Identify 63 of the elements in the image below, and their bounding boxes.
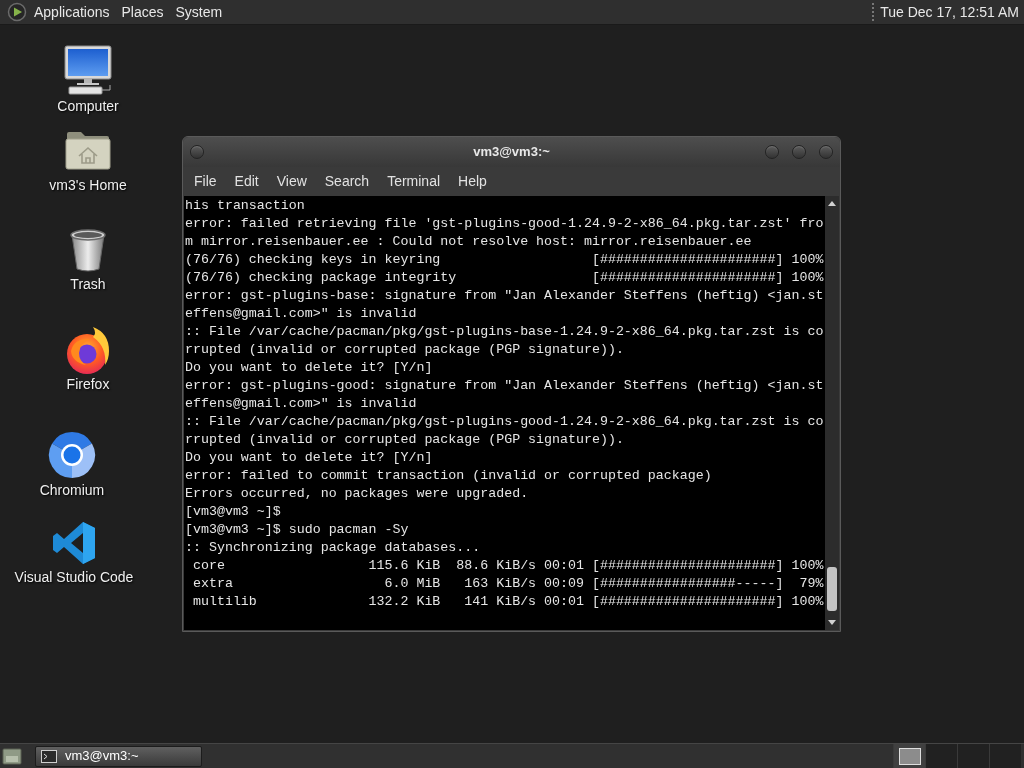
play-circle-icon[interactable] [7, 2, 27, 22]
panel-menu[interactable]: System [169, 0, 229, 25]
taskbar-button[interactable]: vm3@vm3:~ [35, 745, 202, 767]
terminal-line: core 115.6 KiB 88.6 KiB/s 00:01 [######################] 100% [191, 557, 825, 575]
menu-item[interactable]: Search [315, 168, 379, 195]
terminal-line: m mirror.reisenbauer.ee : Could not resolve host: mirror.reisenbauer.ee [185, 233, 753, 251]
terminal-line: rrupted (invalid or corrupted package (PGP signature)). [185, 341, 625, 359]
terminal-line: multilib 132.2 KiB 141 KiB/s 00:01 [######################] 100% [191, 593, 825, 611]
workspace-cell[interactable] [893, 743, 925, 768]
terminal-line: error: gst-plugins-good: signature from "Jan Alexander Steffens (heftig) <jan.st [185, 377, 825, 395]
menu-item[interactable]: Terminal [378, 168, 450, 195]
computer-icon [64, 45, 112, 95]
terminal-line: extra 6.0 MiB 163 KiB/s 00:09 [#################-----] 79% [191, 575, 825, 593]
terminal-line: his transaction [185, 197, 306, 215]
window-menu-button[interactable] [190, 145, 204, 159]
desktop-shortcut[interactable]: Firefox [18, 325, 158, 393]
workspace-cell[interactable] [989, 743, 1021, 768]
terminal-line: effens@gmail.com>" is invalid [185, 395, 418, 413]
clock[interactable]: Tue Dec 17, 12:51 AM [880, 1, 1019, 23]
terminal-line: :: File /var/cache/pacman/pkg/gst-plugins-good-1.24.9-2-x86_64.pkg.tar.zst is co [185, 413, 825, 431]
close-button[interactable] [819, 145, 833, 159]
menu-item[interactable]: Edit [225, 168, 268, 195]
menu-item[interactable]: View [267, 168, 316, 195]
terminal-line: [vm3@vm3 ~]$ [185, 503, 282, 521]
workspace-cell[interactable] [925, 743, 957, 768]
menu-item[interactable]: File [185, 168, 226, 195]
window-title: vm3@vm3:~ [473, 143, 550, 162]
desktop-shortcut[interactable]: vm3's Home [18, 130, 158, 194]
drag-handle[interactable] [871, 1, 876, 23]
terminal-line: (76/76) checking package integrity [######################] 100% [185, 269, 825, 287]
terminal-line: [vm3@vm3 ~]$ sudo pacman -Sy [185, 521, 410, 539]
firefox-icon [65, 325, 111, 375]
workspace-cell[interactable] [957, 743, 989, 768]
scrollbar-thumb[interactable] [827, 567, 837, 611]
terminal-line: Errors occurred, no packages were upgraded. [185, 485, 530, 503]
scroll-up-arrow-icon[interactable] [827, 199, 837, 207]
desktop-shortcut[interactable]: Trash [18, 229, 158, 293]
menu-item[interactable]: Help [449, 168, 496, 195]
scrollbar[interactable] [825, 196, 839, 630]
terminal-line: effens@gmail.com>" is invalid [185, 305, 418, 323]
terminal-line: (76/76) checking keys in keyring [######################] 100% [185, 251, 825, 269]
terminal-line: Do you want to delete it? [Y/n] [185, 449, 434, 467]
trash-icon [68, 229, 108, 273]
show-desktop-icon[interactable] [2, 746, 22, 766]
minimize-button[interactable] [765, 145, 779, 159]
chromium-icon [48, 431, 96, 479]
panel-menu[interactable]: Applications [28, 0, 116, 25]
desktop-shortcut[interactable]: Computer [18, 45, 158, 115]
scroll-down-arrow-icon[interactable] [827, 619, 837, 627]
maximize-button[interactable] [792, 145, 806, 159]
terminal-line: error: failed retrieving file 'gst-plugins-good-1.24.9-2-x86_64.pkg.tar.zst' fro [185, 215, 825, 233]
terminal-line: :: Synchronizing package databases... [185, 539, 482, 557]
home-folder-icon [65, 130, 111, 170]
desktop-shortcut[interactable]: Chromium [2, 431, 142, 499]
terminal-line: rrupted (invalid or corrupted package (PGP signature)). [185, 431, 625, 449]
terminal-icon [41, 749, 57, 763]
terminal-line: Do you want to delete it? [Y/n] [185, 359, 434, 377]
vscode-icon [52, 521, 96, 565]
terminal-line: error: failed to commit transaction (invalid or corrupted package) [185, 467, 713, 485]
desktop-shortcut[interactable]: Visual Studio Code [4, 521, 144, 586]
panel-menu[interactable]: Places [115, 0, 170, 25]
terminal-line: :: File /var/cache/pacman/pkg/gst-plugins-base-1.24.9-2-x86_64.pkg.tar.zst is co [185, 323, 825, 341]
terminal-line: error: gst-plugins-base: signature from "Jan Alexander Steffens (heftig) <jan.st [185, 287, 825, 305]
